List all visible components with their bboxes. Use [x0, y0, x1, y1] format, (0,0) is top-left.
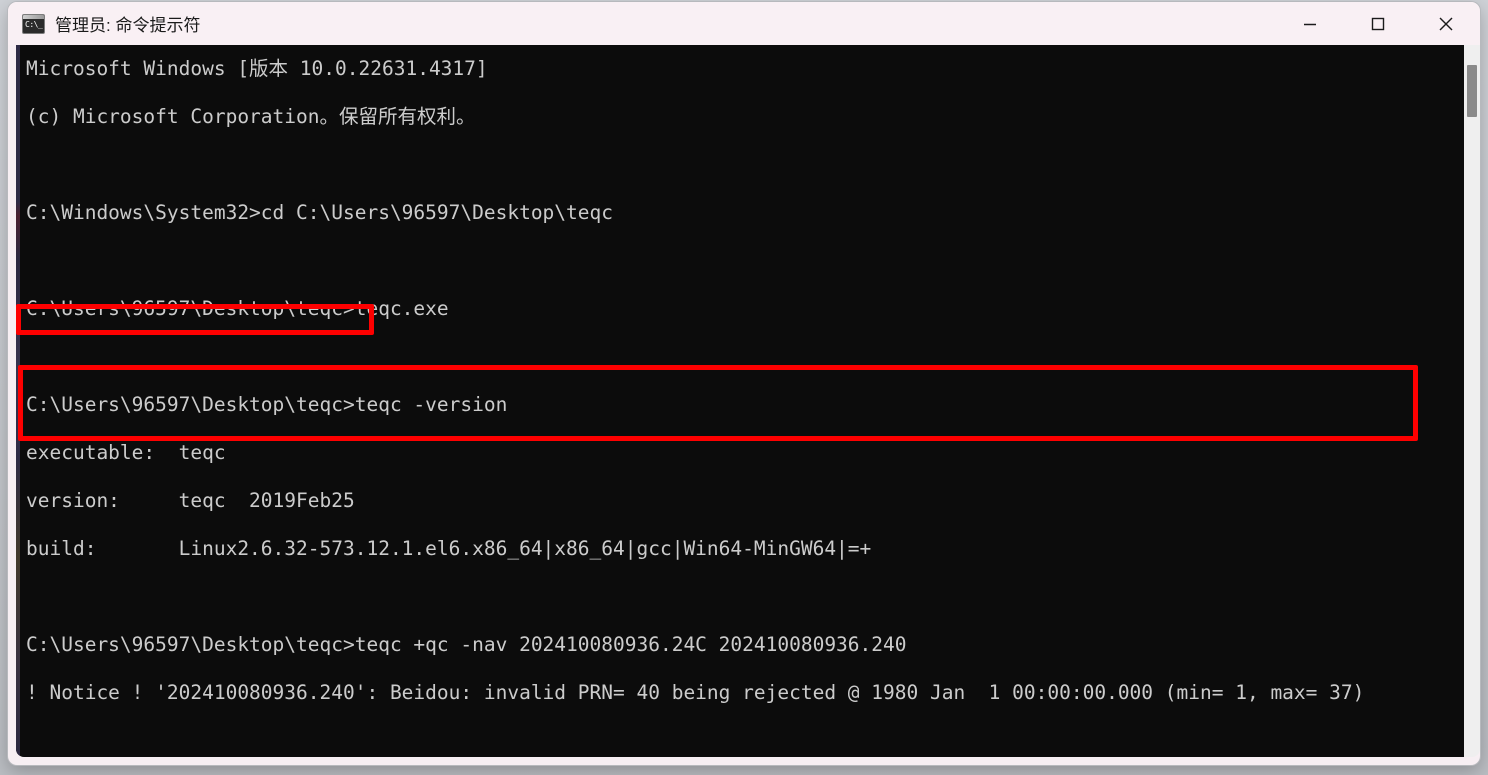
- console-line: Microsoft Windows [版本 10.0.22631.4317]: [26, 57, 488, 80]
- close-button[interactable]: [1412, 2, 1480, 45]
- minimize-icon: [1304, 23, 1316, 25]
- close-icon: [1439, 17, 1453, 30]
- console-line: ! Notice ! '202410080936.240': Beidou: i…: [26, 681, 1365, 704]
- maximize-button[interactable]: [1344, 2, 1412, 45]
- vertical-scrollbar[interactable]: [1464, 45, 1480, 757]
- window-title: 管理员: 命令提示符: [55, 16, 201, 35]
- console-output-area[interactable]: Microsoft Windows [版本 10.0.22631.4317] (c…: [16, 45, 1472, 757]
- console-text-buffer: Microsoft Windows [版本 10.0.22631.4317] (c…: [16, 45, 1440, 757]
- command-prompt-window: C:\_ 管理员: 命令提示符 Microsoft Windows [版本 10…: [8, 2, 1480, 765]
- cmd-icon-label: C:\_: [25, 19, 43, 29]
- scrollbar-thumb[interactable]: [1467, 65, 1477, 117]
- maximize-icon: [1371, 17, 1385, 30]
- console-line: version: teqc 2019Feb25: [26, 489, 355, 512]
- console-line: C:\Windows\System32>cd C:\Users\96597\De…: [26, 201, 613, 224]
- desktop-background: C:\_ 管理员: 命令提示符 Microsoft Windows [版本 10…: [0, 0, 1488, 775]
- cmd-icon: C:\_: [22, 13, 45, 34]
- console-line: C:\Users\96597\Desktop\teqc>teqc -versio…: [26, 393, 508, 416]
- console-line: build: Linux2.6.32-573.12.1.el6.x86_64|x…: [26, 537, 872, 560]
- console-line: executable: teqc: [26, 441, 226, 464]
- minimize-button[interactable]: [1276, 2, 1344, 45]
- window-controls: [1276, 2, 1480, 45]
- console-line: C:\Users\96597\Desktop\teqc>teqc +qc -na…: [26, 633, 907, 656]
- console-line: C:\Users\96597\Desktop\teqc>teqc.exe: [26, 297, 449, 320]
- titlebar-left-group: C:\_ 管理员: 命令提示符: [8, 11, 1276, 36]
- window-titlebar[interactable]: C:\_ 管理员: 命令提示符: [8, 2, 1480, 45]
- console-line: (c) Microsoft Corporation。保留所有权利。: [26, 105, 476, 128]
